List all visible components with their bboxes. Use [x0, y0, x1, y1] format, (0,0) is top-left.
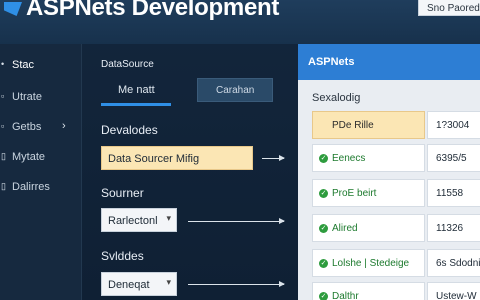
sidebar-item-label: Mytate — [12, 151, 46, 163]
table-row[interactable]: ✓ Alired 11326 — [312, 214, 480, 242]
check-icon: ✓ — [319, 259, 328, 268]
app-title: ASPNets Development — [26, 0, 280, 21]
tab-me-natt[interactable]: Me natt — [101, 78, 171, 104]
app-header: ASPNets Development Sno Paored — [0, 0, 480, 44]
chevron-down-icon[interactable]: ▾ — [166, 277, 171, 288]
row-name-cell: ✓ Eenecs — [312, 144, 425, 172]
dot-icon: • — [1, 59, 5, 69]
panel-subheading: Sexalodig — [312, 92, 361, 104]
row-value: 6s Sdodni — [427, 249, 480, 277]
sidebar-item-label: Dalirres — [12, 181, 50, 193]
row-value: 1?3004 — [427, 111, 480, 139]
document-icon: ▫ — [1, 91, 5, 101]
table-row[interactable]: ✓ Lolshe | Stedeige 6s Sdodni — [312, 249, 480, 277]
sidebar-item-stac[interactable]: • Stac — [0, 54, 82, 78]
row-value: Ustew-W — [427, 282, 480, 300]
row-name-cell: ✓ Lolshe | Stedeige — [312, 249, 425, 277]
row-name: ProE beirt — [332, 188, 377, 199]
sidebar-item-utrate[interactable]: ▫ Utrate — [0, 86, 82, 110]
panel-header: ASPNets — [298, 44, 480, 80]
svlddes-select-value: Deneqat — [108, 279, 150, 291]
sidebar-item-dalirres[interactable]: ▯ Dalirres — [0, 176, 82, 200]
arrow-connector — [188, 218, 285, 224]
sidebar-item-getbs[interactable]: ▫ Getbs › — [0, 116, 82, 140]
sidebar-item-label: Utrate — [12, 91, 42, 103]
row-name: Alired — [332, 223, 358, 234]
sidebar-item-label: Getbs — [12, 121, 42, 133]
table-row[interactable]: ✓ Eenecs 6395/5 — [312, 144, 480, 172]
datasource-label: DataSource — [101, 59, 154, 70]
sidebar-item-mytate[interactable]: ▯ Mytate — [0, 146, 82, 170]
arrow-connector — [188, 281, 285, 287]
row-name: Dalthr — [332, 291, 359, 300]
arrow-connector — [262, 155, 285, 161]
chevron-down-icon[interactable]: ▾ — [166, 213, 171, 224]
logo-icon — [4, 2, 22, 16]
row-value: 11326 — [427, 214, 480, 242]
check-icon: ✓ — [319, 224, 328, 233]
section-label-sourner: Sourner — [101, 186, 144, 200]
check-icon: ✓ — [319, 292, 328, 300]
row-name-cell: ✓ Dalthr — [312, 282, 425, 300]
row-value: 6395/5 — [427, 144, 480, 172]
tag-icon: ▫ — [1, 121, 5, 131]
chevron-right-icon[interactable]: › — [62, 120, 66, 132]
row-name-cell: ✓ Alired — [312, 214, 425, 242]
folder-icon: ▯ — [1, 181, 6, 191]
check-icon: ✓ — [319, 189, 328, 198]
tab-underline — [101, 103, 171, 106]
datasource-field[interactable]: Data Sourcer Mifig — [101, 146, 253, 170]
source-select[interactable]: Rarlectonl ▾ — [101, 208, 177, 232]
table-row[interactable]: ✓ Dalthr Ustew-W — [312, 282, 480, 300]
row-value: 11558 — [427, 179, 480, 207]
row-name: PDe Rille — [312, 111, 425, 139]
table-row[interactable]: PDe Rille 1?3004 — [312, 111, 480, 139]
source-select-value: Rarlectonl — [108, 215, 158, 227]
section-label-devalodes: Devalodes — [101, 123, 158, 137]
svlddes-select[interactable]: Deneqat ▾ — [101, 272, 177, 296]
row-name-cell: ✓ ProE beirt — [312, 179, 425, 207]
doc-icon: ▯ — [1, 151, 6, 161]
section-label-svlddes: Svlddes — [101, 249, 144, 263]
aspnets-panel: ASPNets Sexalodig PDe Rille 1?3004 ✓ Een… — [298, 44, 480, 300]
tab-carahan[interactable]: Carahan — [197, 78, 273, 102]
sidebar-item-label: Stac — [12, 59, 35, 71]
header-button[interactable]: Sno Paored — [418, 0, 480, 16]
row-name: Eenecs — [332, 153, 366, 164]
sidebar: • Stac ▫ Utrate ▫ Getbs › ▯ Mytate ▯ Dal… — [0, 44, 82, 300]
table-row[interactable]: ✓ ProE beirt 11558 — [312, 179, 480, 207]
row-name: Lolshe | Stedeige — [332, 258, 410, 269]
check-icon: ✓ — [319, 154, 328, 163]
datasource-panel: DataSource Me natt Carahan Devalodes Dat… — [82, 44, 298, 300]
